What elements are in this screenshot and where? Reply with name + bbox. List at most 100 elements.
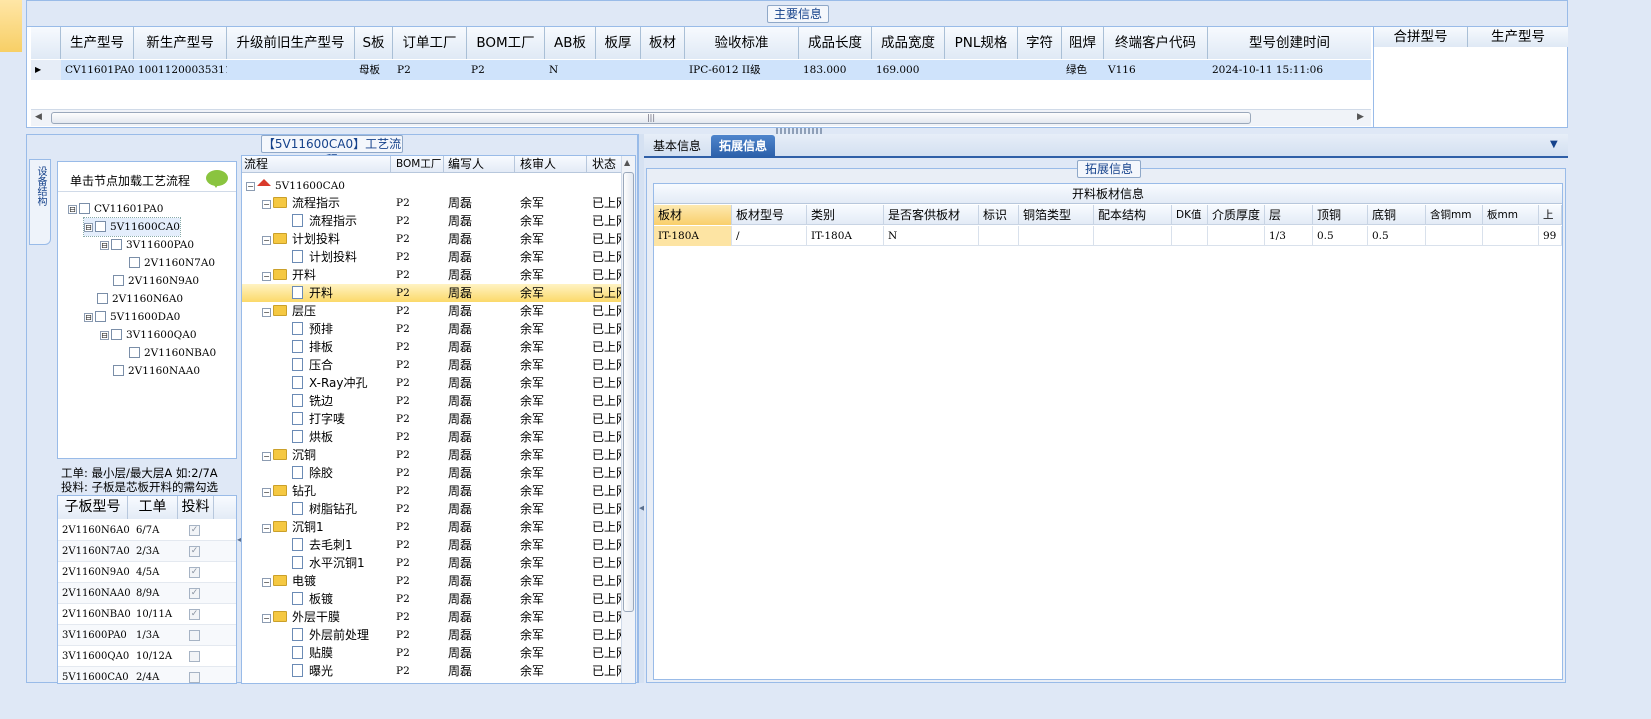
feed-checkbox[interactable]: ✓ [189,567,200,578]
col-header[interactable]: 是否客供板材 [884,205,979,225]
sub-board-model[interactable]: 2V1160NAA0 [62,583,131,604]
col-header[interactable]: 子板型号 [58,496,128,519]
col-header[interactable]: 层 [1265,205,1313,225]
tab-basic-info[interactable]: 基本信息 [648,136,706,156]
grid-cell[interactable]: P2 [467,60,545,80]
flow-row[interactable]: − 电镀 P2 周磊 余军 已上网 [242,572,622,590]
expand-toggle-icon[interactable]: ⊟ [84,223,93,232]
collapse-toggle-icon[interactable]: − [262,452,271,461]
flow-row[interactable]: − 流程指示 P2 周磊 余军 已上网 [242,194,622,212]
flow-row[interactable]: 水平沉铜1 P2 周磊 余军 已上网 [242,554,622,572]
col-header[interactable]: 流程 [244,156,268,173]
grid-cell[interactable]: 1/3 [1265,226,1313,246]
expand-toggle-icon[interactable]: ⊟ [84,313,93,322]
grid-cell[interactable] [227,60,355,80]
grid-cell[interactable]: 0.5 [1368,226,1426,246]
tree-node[interactable]: 2V1160NBA0 [116,344,216,362]
table-row[interactable]: 5V11600CA0 2/4A [58,667,236,683]
scroll-left-arrow[interactable]: ◀ [35,112,42,122]
tree-node[interactable]: ⊟ 3V11600QA0 [100,326,197,344]
tree-node[interactable]: 2V1160N7A0 [116,254,215,272]
tree-node[interactable]: ⊟ 3V11600PA0 [100,236,194,254]
material-table-row[interactable]: IT-180A / IT-180A N 1/3 0.5 0.5 99 [654,226,1562,246]
flow-row[interactable]: 排板 P2 周磊 余军 已上网 [242,338,622,356]
grid-cell[interactable] [1208,226,1265,246]
grid-cell[interactable] [1019,226,1094,246]
feed-checkbox[interactable]: ✓ [189,525,200,536]
grid-cell[interactable]: N [545,60,596,80]
col-header[interactable]: 标识 [979,205,1019,225]
col-header[interactable]: 验收标准 [685,27,799,59]
grid-cell[interactable]: IT-180A [807,226,884,246]
tree-node[interactable]: ⊟ 5V11600DA0 [84,308,180,326]
grid-cell[interactable]: 183.000 [799,60,872,80]
grid-cell[interactable] [641,60,685,80]
grid-cell[interactable]: IT-180A [654,226,732,246]
collapse-toggle-icon[interactable]: − [262,308,271,317]
sub-board-model[interactable]: 2V1160N6A0 [62,520,130,541]
main-hscrollbar[interactable]: ◀ ||| ▶ [31,109,1371,126]
col-header[interactable]: 板材型号 [732,205,807,225]
order-layer-cell[interactable]: 4/5A [136,562,159,583]
grid-cell[interactable] [1018,60,1062,80]
sub-board-model[interactable]: 2V1160N9A0 [62,562,130,583]
flow-row[interactable]: − 计划投料 P2 周磊 余军 已上网 [242,230,622,248]
flow-row[interactable]: 烘板 P2 周磊 余军 已上网 [242,428,622,446]
col-header[interactable]: 板材 [641,27,685,59]
flow-row[interactable]: − 5V11600CA0 [242,176,622,194]
col-header[interactable]: 升级前旧生产型号 [227,27,355,59]
col-header[interactable]: 铜箔类型 [1019,205,1094,225]
flow-row[interactable]: − 沉铜 P2 周磊 余军 已上网 [242,446,622,464]
device-structure-tab[interactable]: 设备结构 [29,159,51,245]
collapse-toggle-icon[interactable]: − [262,524,271,533]
col-header[interactable]: 配本结构 [1094,205,1172,225]
flow-vscrollbar[interactable]: ▲ [621,156,635,683]
tree-node[interactable]: ⊟ 5V11600CA0 [83,217,181,237]
tab-extended-info[interactable]: 拓展信息 [711,135,775,158]
sub-board-model[interactable]: 3V11600QA0 [62,646,129,667]
feed-checkbox[interactable] [189,651,200,662]
flow-row[interactable]: 除胶 P2 周磊 余军 已上网 [242,464,622,482]
expand-toggle-icon[interactable]: ⊟ [100,241,109,250]
order-layer-cell[interactable]: 6/7A [136,520,159,541]
feed-checkbox[interactable]: ✓ [189,588,200,599]
table-row[interactable]: 2V1160N7A0 2/3A ✓ [58,541,236,562]
col-header[interactable]: S板 [355,27,393,59]
flow-row[interactable]: − 外层干膜 P2 周磊 余军 已上网 [242,608,622,626]
collapse-toggle-icon[interactable]: − [262,272,271,281]
flow-row[interactable]: 流程指示 P2 周磊 余军 已上网 [242,212,622,230]
sub-board-model[interactable]: 2V1160NBA0 [62,604,131,625]
col-header[interactable]: 编写人 [448,156,484,173]
table-row[interactable]: 3V11600QA0 10/12A [58,646,236,667]
flow-row[interactable]: 贴膜 P2 周磊 余军 已上网 [242,644,622,662]
grid-cell[interactable] [979,226,1019,246]
flow-row[interactable]: X-Ray冲孔 P2 周磊 余军 已上网 [242,374,622,392]
collapse-toggle-icon[interactable]: − [262,236,271,245]
main-grid-row[interactable]: ▶ CV11601PA0 10011200035311 母板 P2 P2 N I… [31,60,1371,80]
tree-node[interactable]: 2V1160N9A0 [100,272,199,290]
grid-cell[interactable]: 10011200035311 [134,60,227,80]
col-header[interactable]: 含铜mm [1426,205,1483,225]
col-header[interactable]: 核审人 [520,156,556,173]
flow-row[interactable]: 外层前处理 P2 周磊 余军 已上网 [242,626,622,644]
flow-row[interactable]: − 钻孔 P2 周磊 余军 已上网 [242,482,622,500]
col-header[interactable]: 订单工厂 [393,27,467,59]
grid-cell[interactable]: 99 [1539,226,1562,246]
col-header[interactable]: DK值 [1172,205,1208,225]
collapse-toggle-icon[interactable]: − [262,200,271,209]
tree-node[interactable]: 2V1160NAA0 [100,362,200,380]
flow-row[interactable]: 压合 P2 周磊 余军 已上网 [242,356,622,374]
col-header[interactable]: 合拼型号 [1374,27,1468,47]
col-header[interactable]: PNL规格 [945,27,1018,59]
col-header[interactable]: 工单 [128,496,178,519]
feed-checkbox[interactable]: ✓ [189,609,200,620]
flow-row[interactable]: 树脂钻孔 P2 周磊 余军 已上网 [242,500,622,518]
flow-row[interactable]: 计划投料 P2 周磊 余军 已上网 [242,248,622,266]
col-header[interactable]: 顶铜 [1313,205,1368,225]
grid-cell[interactable]: / [732,226,807,246]
grid-cell[interactable] [1426,226,1483,246]
order-layer-cell[interactable]: 8/9A [136,583,159,604]
tree-node[interactable]: 2V1160N6A0 [84,290,183,308]
col-header[interactable]: 终端客户代码 [1104,27,1208,59]
grid-cell[interactable] [1094,226,1172,246]
